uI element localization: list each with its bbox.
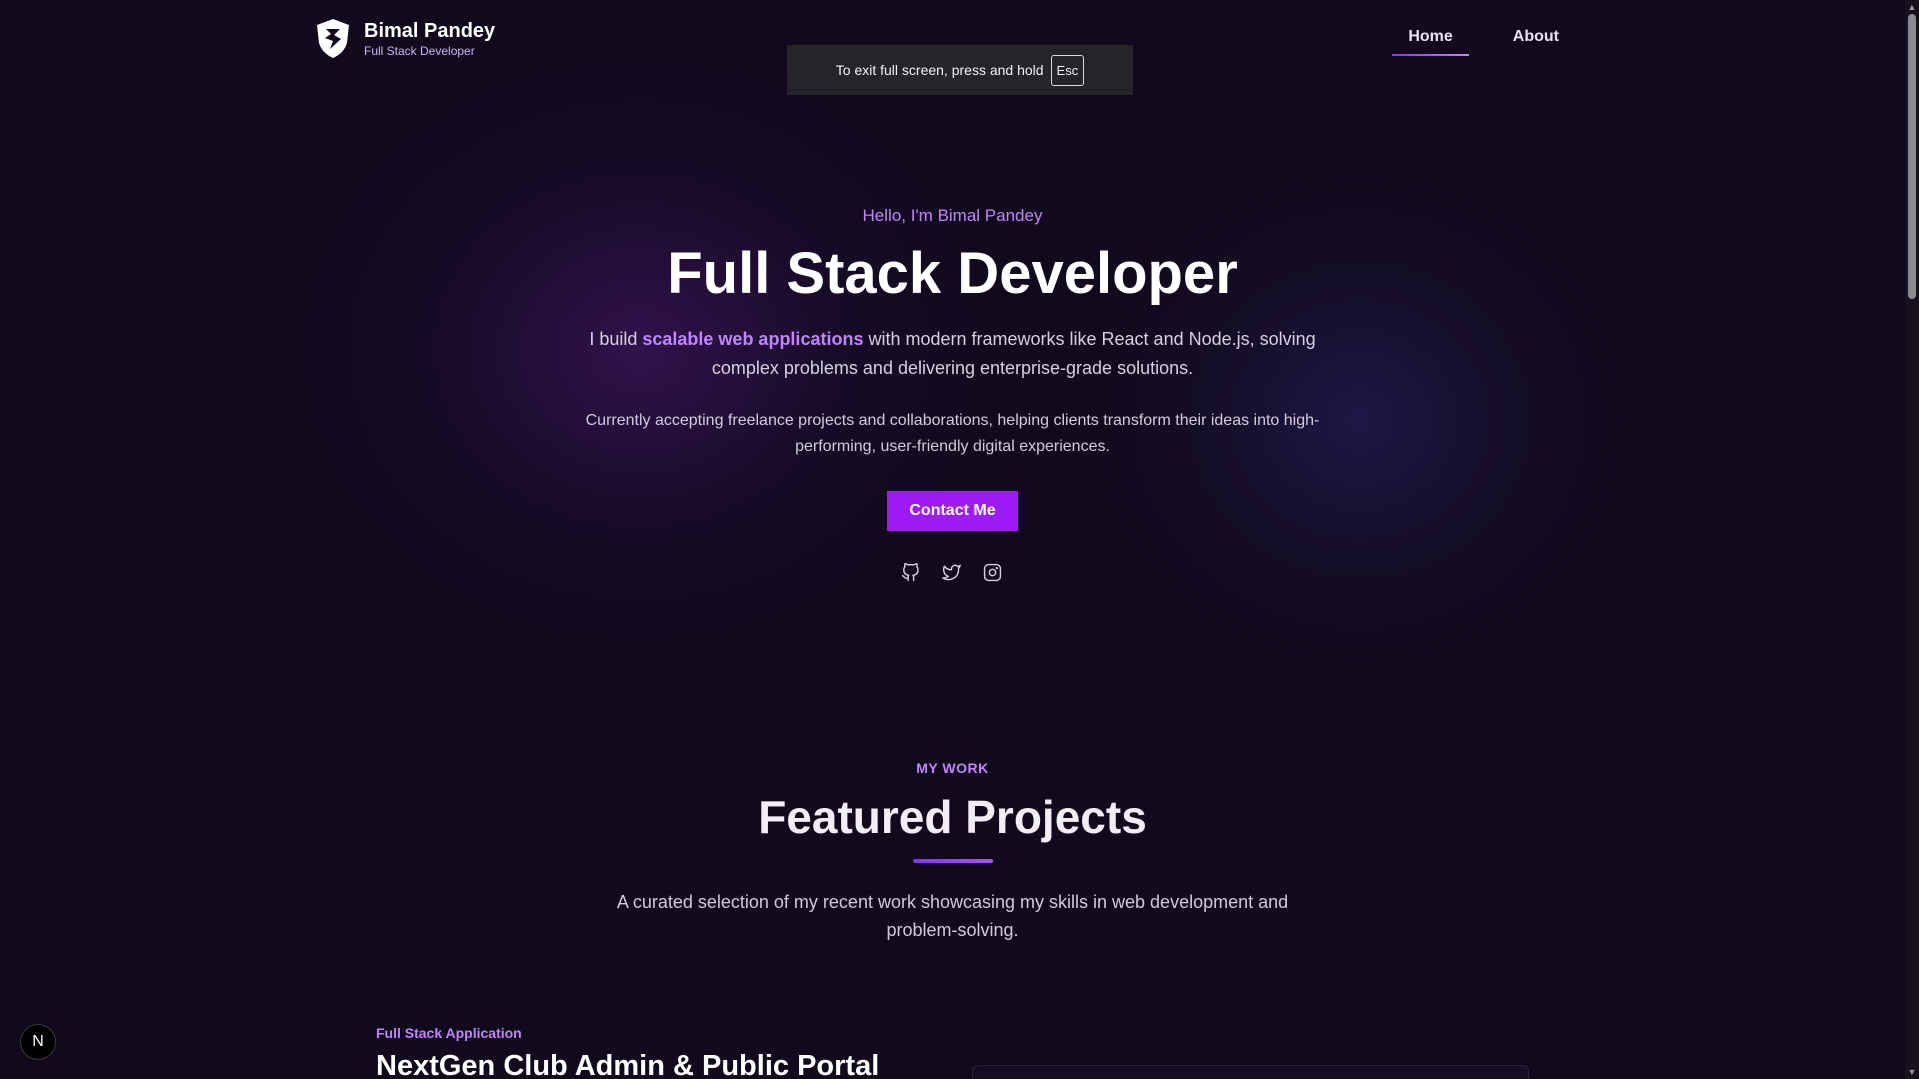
hero-desc-start: I build: [589, 329, 643, 349]
hero-greeting: Hello, I'm Bimal Pandey: [862, 206, 1043, 225]
section-eyebrow: MY WORK: [916, 760, 989, 776]
section-description: A curated selection of my recent work sh…: [0, 888, 1905, 944]
scroll-up-arrow-icon[interactable]: ▲: [1907, 2, 1917, 12]
hero-description: I build scalable web applications with m…: [0, 325, 1905, 383]
hero-title: Full Stack Developer: [667, 241, 1238, 306]
nextjs-dev-badge[interactable]: N: [20, 1024, 56, 1060]
project-preview-card[interactable]: [972, 1065, 1529, 1079]
project-category: Full Stack Application: [376, 1025, 522, 1041]
esc-key-hint: Esc: [1050, 54, 1085, 86]
brand-name: Bimal Pandey: [364, 19, 496, 42]
hero-note-text: Currently accepting freelance projects a…: [585, 412, 1320, 455]
scrollbar-thumb[interactable]: [1908, 14, 1916, 299]
instagram-icon[interactable]: [983, 563, 1002, 582]
brand[interactable]: Bimal Pandey Full Stack Developer: [314, 17, 495, 59]
hero-note: Currently accepting freelance projects a…: [0, 408, 1905, 460]
shield-logo-icon: [317, 19, 349, 58]
nav-home[interactable]: Home: [1392, 24, 1470, 56]
github-icon[interactable]: [901, 563, 920, 582]
fullscreen-exit-toast: To exit full screen, press and hold Esc: [787, 45, 1133, 95]
nav-about[interactable]: About: [1497, 24, 1575, 56]
section-divider: [913, 859, 993, 863]
scrollbar[interactable]: ▲ ▼: [1905, 0, 1919, 1079]
hero-desc-highlight: scalable web applications: [642, 329, 864, 349]
main-nav: Home About: [1392, 24, 1575, 56]
contact-me-button[interactable]: Contact Me: [887, 491, 1018, 531]
fullscreen-toast-text: To exit full screen, press and hold: [835, 62, 1044, 78]
section-description-text: A curated selection of my recent work sh…: [616, 892, 1289, 940]
section-title: Featured Projects: [758, 791, 1147, 843]
scroll-down-arrow-icon[interactable]: ▼: [1907, 1067, 1917, 1077]
brand-subtitle: Full Stack Developer: [364, 43, 475, 58]
social-links: [901, 563, 1002, 582]
twitter-icon[interactable]: [942, 563, 961, 582]
project-title[interactable]: NextGen Club Admin & Public Portal: [376, 1050, 879, 1079]
